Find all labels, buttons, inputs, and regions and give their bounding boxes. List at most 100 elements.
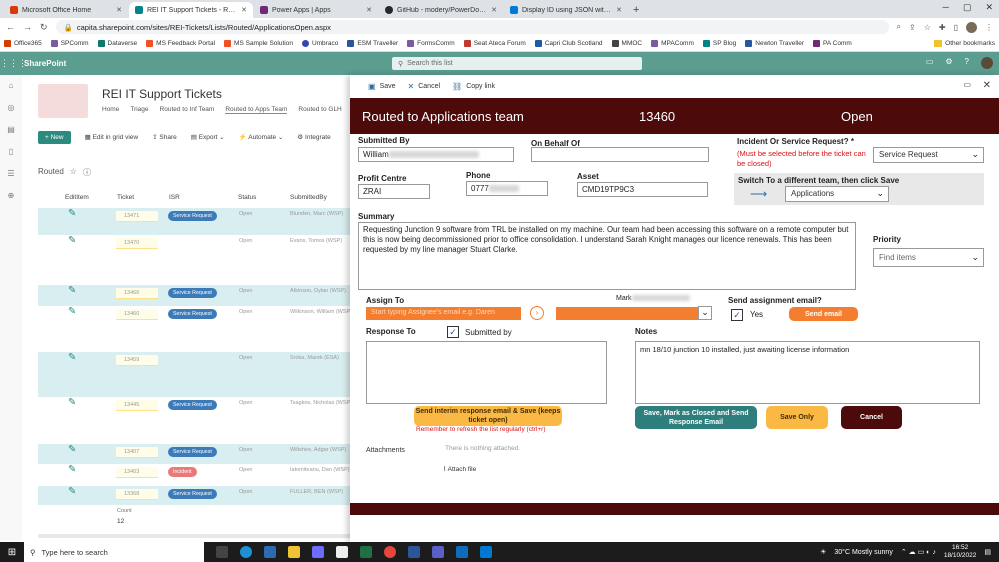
- site-logo[interactable]: [38, 84, 88, 118]
- app-name[interactable]: SharePoint: [24, 59, 66, 68]
- panel-save-button[interactable]: ▣ Save: [368, 82, 396, 91]
- notepad-icon[interactable]: [336, 546, 348, 558]
- export-button[interactable]: ▤ Export ⌄: [191, 133, 225, 141]
- table-row[interactable]: ✎ 13459 Open Sroka, Marek (ESA): [38, 352, 350, 397]
- form-cancel-button[interactable]: Cancel: [841, 406, 902, 429]
- extensions-icon[interactable]: ✚: [939, 23, 946, 32]
- close-icon[interactable]: ✕: [241, 6, 247, 14]
- star-icon[interactable]: ☆: [924, 23, 931, 32]
- send-email-button[interactable]: Send email: [789, 307, 858, 321]
- team-dropdown[interactable]: Applications ⌄: [785, 186, 889, 202]
- col-edititem[interactable]: EditItem: [65, 194, 89, 201]
- table-row[interactable]: ✎ 13466 Service Request Open Atkinson, D…: [38, 285, 350, 306]
- table-row[interactable]: ✎ 13471 Service Request Open Blunden, Ma…: [38, 208, 350, 235]
- teams-icon[interactable]: [432, 546, 444, 558]
- edit-grid-button[interactable]: ▦ Edit in grid view: [85, 133, 138, 141]
- col-submittedby[interactable]: SubmittedBy: [290, 194, 327, 201]
- table-row[interactable]: ✎ 13407 Service Request Open Wiltshire, …: [38, 444, 350, 464]
- bookmark-spcomm[interactable]: SPComm: [50, 40, 89, 47]
- close-icon[interactable]: ✕: [116, 6, 122, 14]
- table-row[interactable]: ✎ 13368 Service Request Open FULLER, BEN…: [38, 486, 350, 505]
- edit-pencil-icon[interactable]: ✎: [68, 444, 76, 455]
- tab-office-home[interactable]: Microsoft Office Home ✕: [4, 2, 128, 18]
- file-explorer-icon[interactable]: [288, 546, 300, 558]
- settings-icon[interactable]: ⚙: [945, 57, 952, 69]
- excel-icon[interactable]: [360, 546, 372, 558]
- asset-field[interactable]: CMD19TP9C3: [577, 182, 708, 197]
- visual-studio-icon[interactable]: [312, 546, 324, 558]
- edit-pencil-icon[interactable]: ✎: [68, 306, 76, 317]
- col-status[interactable]: Status: [238, 194, 256, 201]
- list-search-box[interactable]: ⚲ Search this list: [392, 57, 642, 70]
- summary-field[interactable]: Requesting Junction 9 software from TRL …: [358, 222, 856, 290]
- globe-icon[interactable]: ◎: [8, 103, 15, 112]
- view-name[interactable]: Routed: [38, 167, 64, 178]
- bookmark-esm-traveller[interactable]: ESM Traveller: [347, 40, 398, 47]
- windows-start-icon[interactable]: ⊞: [0, 547, 24, 558]
- bookmark-ms-sample[interactable]: MS Sample Solution: [224, 40, 293, 47]
- back-icon[interactable]: ←: [6, 22, 15, 32]
- phone-field[interactable]: 0777: [466, 181, 548, 196]
- save-only-button[interactable]: Save Only: [766, 406, 828, 429]
- assignee-dropdown[interactable]: ⌄: [556, 306, 712, 320]
- info-icon[interactable]: ⓘ: [83, 167, 91, 178]
- files-icon[interactable]: ▯: [9, 147, 13, 156]
- integrate-button[interactable]: ⚙ Integrate: [297, 133, 330, 141]
- close-icon[interactable]: ✕: [366, 6, 372, 14]
- tab-power-apps[interactable]: Power Apps | Apps ✕: [254, 2, 378, 18]
- new-tab-icon[interactable]: +: [633, 4, 639, 16]
- table-row[interactable]: ✎ 13445 Service Request Open Tsagkos, Ni…: [38, 397, 350, 444]
- favorite-star-icon[interactable]: ☆: [70, 167, 77, 178]
- submitted-by-checkbox[interactable]: ✓: [447, 326, 459, 338]
- comments-icon[interactable]: ▭: [963, 80, 971, 89]
- nav-triage[interactable]: Triage: [130, 106, 148, 114]
- table-row[interactable]: ✎ 13403 Incident Open Iatomiteanu, Dan (…: [38, 464, 350, 486]
- horizontal-scrollbar[interactable]: [38, 534, 350, 538]
- send-assignment-checkbox[interactable]: ✓: [731, 309, 743, 321]
- edit-pencil-icon[interactable]: ✎: [68, 208, 76, 219]
- nav-routed-inf[interactable]: Routed to Inf Team: [160, 106, 215, 114]
- other-bookmarks[interactable]: Other bookmarks: [934, 40, 995, 47]
- user-avatar[interactable]: [981, 57, 993, 69]
- tab-display-id[interactable]: Display ID using JSON within a li ✕: [504, 2, 628, 18]
- lists-icon[interactable]: ☰: [7, 169, 14, 178]
- reload-icon[interactable]: ↻: [40, 22, 48, 33]
- tray-icons[interactable]: ⌃ ☁ ▭ ◐ ♪: [901, 548, 936, 556]
- on-behalf-of-field[interactable]: [531, 147, 709, 162]
- nav-home[interactable]: Home: [102, 106, 119, 114]
- edit-pencil-icon[interactable]: ✎: [68, 352, 76, 363]
- submitted-by-field[interactable]: William: [358, 147, 514, 162]
- bookmark-dataverse[interactable]: Dataverse: [97, 40, 137, 47]
- bookmark-office365[interactable]: Office365: [4, 40, 42, 47]
- incident-dropdown[interactable]: Service Request ⌄: [873, 147, 984, 163]
- notes-field[interactable]: mn 18/10 junction 10 installed, just awa…: [635, 341, 980, 404]
- vscode-icon[interactable]: [264, 546, 276, 558]
- share-button[interactable]: ⇪ Share: [152, 133, 177, 141]
- edit-pencil-icon[interactable]: ✎: [68, 235, 76, 246]
- table-row[interactable]: ✎ 13460 Service Request Open Wilkinson, …: [38, 306, 350, 352]
- help-icon[interactable]: ?: [965, 57, 969, 69]
- app-icon[interactable]: [456, 546, 468, 558]
- sidepanel-icon[interactable]: ▯: [954, 23, 958, 32]
- bookmark-umbraco[interactable]: Umbraco: [301, 40, 338, 47]
- menu-icon[interactable]: ⋮: [985, 23, 993, 32]
- profile-avatar[interactable]: [966, 21, 977, 33]
- close-icon[interactable]: ✕: [616, 6, 622, 14]
- address-bar[interactable]: 🔒 capita.sharepoint.com/sites/REI-Ticket…: [55, 20, 889, 34]
- app-launcher-icon[interactable]: ⋮⋮⋮: [0, 58, 27, 69]
- notifications-icon[interactable]: ▤: [984, 548, 991, 556]
- bookmark-formscomm[interactable]: FormsComm: [407, 40, 455, 47]
- site-title[interactable]: REI IT Support Tickets: [102, 87, 222, 101]
- share-icon[interactable]: ⇪: [909, 23, 916, 32]
- clock[interactable]: 16:52 18/10/2022: [944, 544, 977, 560]
- bookmark-newton-traveller[interactable]: Newton Traveller: [745, 40, 804, 47]
- home-icon[interactable]: ⌂: [9, 81, 14, 90]
- weather-text[interactable]: 30°C Mostly sunny: [834, 549, 892, 556]
- outlook-icon[interactable]: [480, 546, 492, 558]
- maximize-icon[interactable]: ▢: [963, 2, 972, 13]
- attach-file-link[interactable]: ⌇ Attach file: [443, 465, 476, 473]
- taskbar-search[interactable]: ⚲ Type here to search: [24, 542, 204, 562]
- panel-cancel-button[interactable]: ✕ Cancel: [408, 82, 441, 91]
- col-ticket[interactable]: Ticket: [117, 194, 134, 201]
- bookmark-pa-comm[interactable]: PA Comm: [813, 40, 852, 47]
